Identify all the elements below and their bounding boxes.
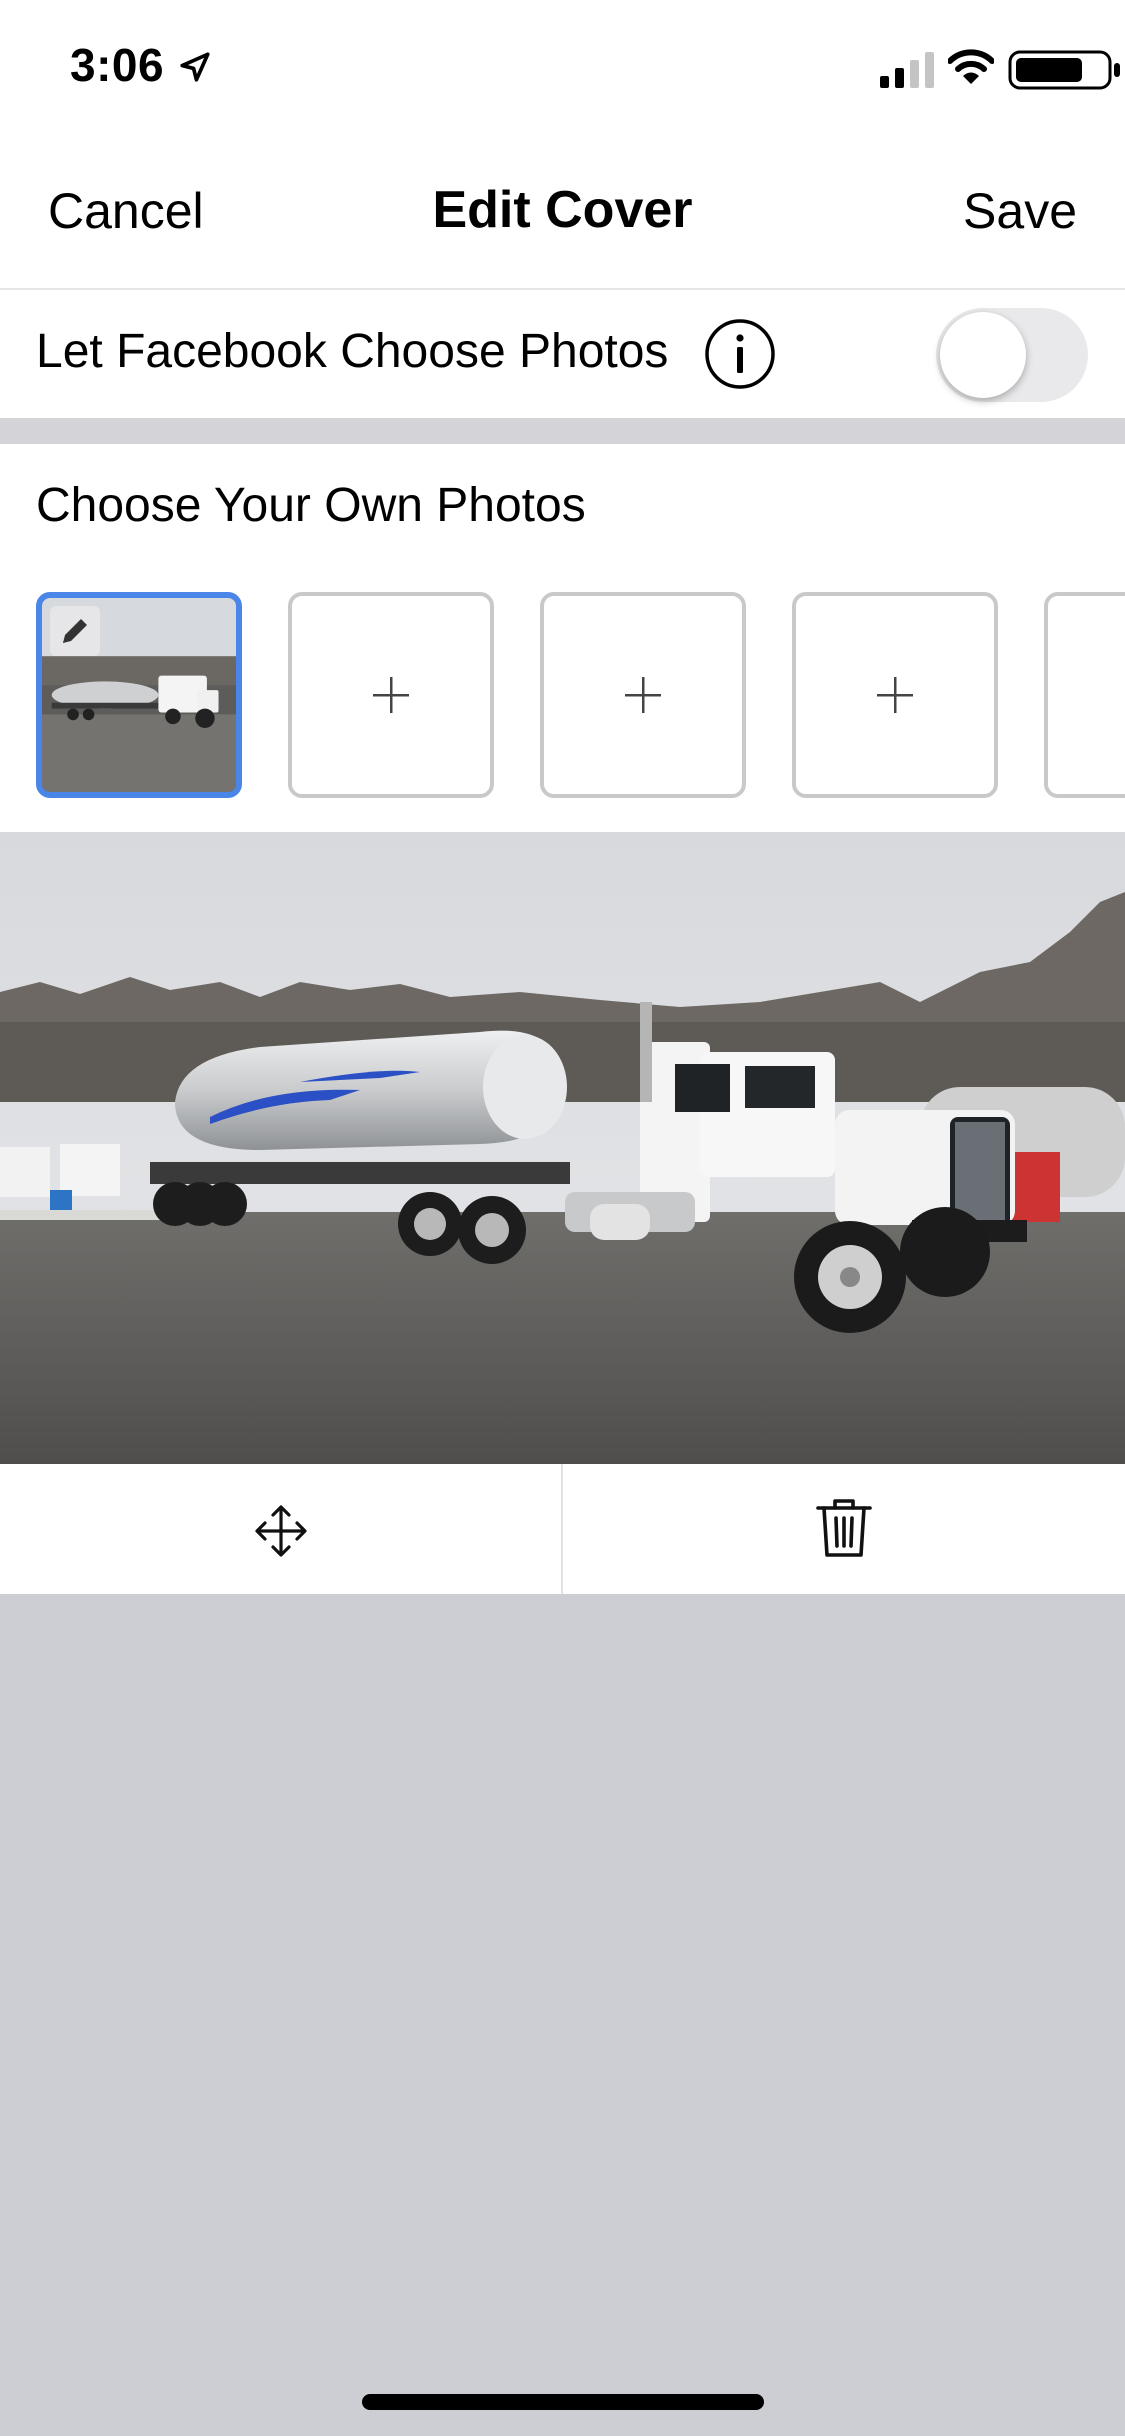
cancel-button[interactable]: Cancel [48, 182, 204, 240]
edit-photo-badge[interactable] [50, 606, 100, 656]
auto-choose-row: Let Facebook Choose Photos [0, 290, 1125, 418]
plus-icon [373, 677, 409, 713]
save-button[interactable]: Save [963, 182, 1077, 240]
cover-photo-image [0, 832, 1125, 1464]
move-photo-button[interactable] [0, 1464, 561, 1594]
section-separator [0, 418, 1125, 444]
plus-icon [877, 677, 913, 713]
own-photos-title: Choose Your Own Photos [36, 479, 586, 532]
home-indicator[interactable] [362, 2394, 764, 2410]
auto-choose-label: Let Facebook Choose Photos [36, 325, 669, 378]
delete-photo-button[interactable] [563, 1464, 1125, 1594]
battery-icon [1008, 50, 1120, 90]
cellular-signal-icon [880, 52, 934, 88]
cover-action-bar [0, 1464, 1125, 1594]
cover-photo-preview[interactable] [0, 832, 1125, 1464]
navigation-bar: Cancel Edit Cover Save [0, 140, 1125, 290]
photo-slot-4[interactable] [792, 592, 998, 798]
status-time: 3:06 [70, 39, 165, 91]
location-arrow-icon [180, 52, 210, 82]
plus-icon [625, 677, 661, 713]
photo-slot-2[interactable] [288, 592, 494, 798]
wifi-icon [948, 49, 994, 84]
trash-icon [816, 1499, 872, 1557]
toggle-knob [940, 312, 1026, 398]
auto-choose-toggle[interactable] [936, 308, 1088, 402]
photo-slot-1[interactable] [36, 592, 242, 798]
own-photos-section: Choose Your Own Photos [0, 444, 1125, 832]
photo-slot-3[interactable] [540, 592, 746, 798]
status-bar: 3:06 [0, 0, 1125, 140]
photo-slot-5[interactable] [1044, 592, 1125, 798]
info-icon[interactable] [704, 318, 776, 390]
move-arrows-icon [255, 1505, 307, 1557]
pencil-icon [63, 619, 87, 643]
